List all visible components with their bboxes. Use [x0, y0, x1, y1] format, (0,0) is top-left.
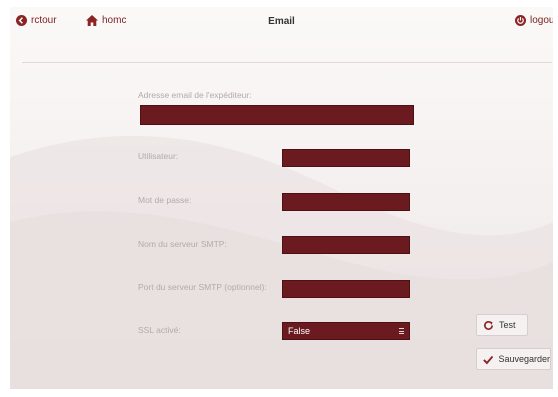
power-icon — [515, 15, 526, 26]
smtp-port-field[interactable] — [282, 280, 410, 298]
menu-lines-icon — [399, 328, 404, 334]
checkmark-icon — [483, 355, 494, 364]
sender-email-label: Adresse email de l'expéditeur: — [138, 90, 252, 100]
smtp-server-label: Nom du serveur SMTP: — [138, 239, 227, 249]
smtp-port-label: Port du serveur SMTP (optionnel): — [138, 282, 267, 292]
logout-link[interactable]: logout — [515, 15, 553, 26]
save-button[interactable]: Sauvegarder — [476, 348, 551, 370]
header-divider — [22, 62, 552, 63]
ssl-selected-value: False — [288, 326, 311, 336]
refresh-icon — [484, 320, 493, 330]
app-window: rctour homc Email logout Adresse email d… — [10, 7, 553, 389]
test-button[interactable]: Test — [476, 314, 528, 336]
page-title: Email — [268, 16, 295, 27]
save-button-label: Sauvegarder — [498, 354, 550, 364]
top-navigation-bar: rctour homc Email logout — [10, 7, 553, 37]
password-field[interactable] — [282, 193, 410, 211]
test-button-label: Test — [499, 320, 516, 330]
logout-link-label: logout — [530, 15, 553, 26]
ssl-select[interactable]: False — [282, 322, 410, 340]
sender-email-field[interactable] — [140, 105, 414, 125]
ssl-label: SSL activé: — [138, 325, 181, 335]
password-label: Mot de passe: — [138, 195, 192, 205]
smtp-server-field[interactable] — [282, 236, 410, 254]
user-field[interactable] — [282, 149, 410, 167]
user-label: Utilisateur: — [138, 151, 179, 161]
